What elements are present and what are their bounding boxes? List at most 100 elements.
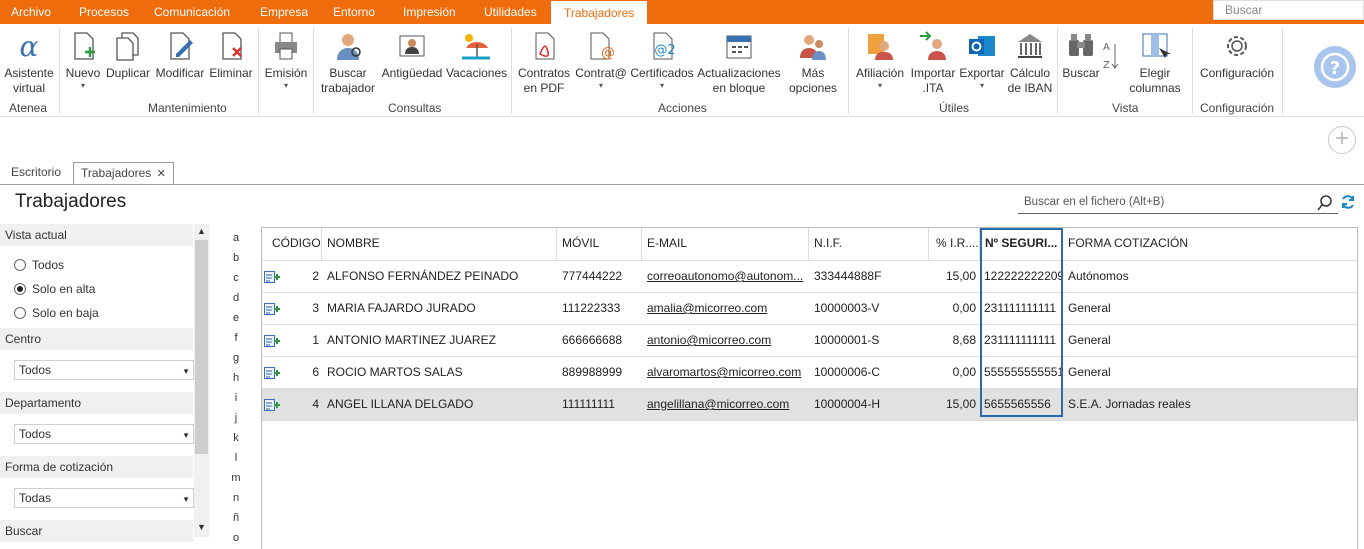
cell-movil: 777444222 <box>562 269 623 283</box>
sidebar-scrollbar[interactable]: ▲ ▼ <box>194 224 209 537</box>
add-record-icon[interactable] <box>264 398 280 412</box>
tab-trabajadores[interactable]: Trabajadores ✕ <box>73 162 174 185</box>
cell-email[interactable]: antonio@micorreo.com <box>647 325 807 356</box>
vacaciones-button[interactable]: Vacaciones <box>446 30 508 81</box>
alphabet-letter[interactable]: l <box>228 452 244 464</box>
alphabet-letter[interactable]: b <box>228 252 244 264</box>
scroll-up-icon[interactable]: ▲ <box>194 226 209 236</box>
nuevo-label: Nuevo <box>65 66 101 80</box>
menu-tab-utilidades[interactable]: Utilidades <box>484 0 537 24</box>
add-record-icon[interactable] <box>264 302 280 316</box>
menu-tab-trabajadores[interactable]: Trabajadores <box>551 1 648 24</box>
modificar-button[interactable]: Modificar <box>154 30 206 81</box>
cell-email[interactable]: alvaromartos@micorreo.com <box>647 357 807 388</box>
certificados-button[interactable]: @2 Certificados ▾ <box>630 30 694 91</box>
centro-select[interactable]: Todos ▼ <box>14 360 194 380</box>
help-button[interactable]: ? <box>1314 46 1356 88</box>
certificados-label: Certificados <box>630 66 694 80</box>
contratos-pdf-button[interactable]: Contratos en PDF <box>516 30 572 96</box>
elegir-columnas-button[interactable]: Elegir columnas <box>1124 30 1186 96</box>
col-movil[interactable]: MÓVIL <box>557 228 642 260</box>
group-divider <box>1282 28 1283 114</box>
eliminar-button[interactable]: Eliminar <box>209 30 253 81</box>
cell-movil: 111222333 <box>562 301 621 315</box>
scrollbar-thumb[interactable] <box>195 240 208 454</box>
alphabet-letter[interactable]: g <box>228 352 244 364</box>
menu-tab-empresa[interactable]: Empresa <box>260 0 308 24</box>
radio-solo-alta[interactable]: Solo en alta <box>14 282 95 296</box>
alphabet-letter[interactable]: o <box>228 532 244 544</box>
scroll-down-icon[interactable]: ▼ <box>194 522 209 532</box>
nuevo-button[interactable]: Nuevo ▾ <box>64 30 102 91</box>
importar-ita-button[interactable]: Importar .ITA <box>909 30 957 96</box>
contrata-button[interactable]: @ Contrat@ ▾ <box>574 30 628 91</box>
menu-tab-archivo[interactable]: Archivo <box>11 0 51 24</box>
alphabet-letter[interactable]: m <box>228 472 244 484</box>
departamento-select[interactable]: Todos ▼ <box>14 424 194 444</box>
alphabet-letter[interactable]: h <box>228 372 244 384</box>
users-icon <box>800 35 826 60</box>
exportar-button[interactable]: Exportar ▾ <box>959 30 1005 91</box>
file-search-input[interactable]: Buscar en el fichero (Alt+B) <box>1018 192 1338 214</box>
add-record-icon[interactable] <box>264 334 280 348</box>
vacaciones-label: Vacaciones <box>446 66 508 80</box>
cell-email[interactable]: angelillana@micorreo.com <box>647 389 807 420</box>
actualizaciones-bloque-button[interactable]: Actualizaciones en bloque <box>697 30 781 96</box>
alphabet-letter[interactable]: d <box>228 292 244 304</box>
menu-tab-entorno[interactable]: Entorno <box>333 0 375 24</box>
col-nss[interactable]: Nº SEGURI... <box>980 228 1063 260</box>
cell-email[interactable]: amalia@micorreo.com <box>647 293 807 324</box>
alphabet-letter[interactable]: f <box>228 332 244 344</box>
add-record-icon[interactable] <box>264 366 280 380</box>
table-row[interactable]: 3 MARIA FAJARDO JURADO 111222333 amalia@mic… <box>262 293 1357 325</box>
col-forma-cotizacion[interactable]: FORMA COTIZACIÓN <box>1063 228 1357 260</box>
col-nif[interactable]: N.I.F. <box>809 228 929 260</box>
add-record-icon[interactable] <box>264 270 280 284</box>
alphabet-letter[interactable]: i <box>228 392 244 404</box>
alphabet-letter[interactable]: ñ <box>228 512 244 524</box>
alphabet-letter[interactable]: k <box>228 432 244 444</box>
alphabet-letter[interactable]: c <box>228 272 244 284</box>
cell-nombre: ROCIO MARTOS SALAS <box>327 365 463 379</box>
menu-tab-procesos[interactable]: Procesos <box>79 0 129 24</box>
alphabet-letter[interactable]: a <box>228 232 244 244</box>
workers-table: CÓDIGO NOMBRE MÓVIL E-MAIL N.I.F. % I.R.… <box>261 227 1358 549</box>
col-nombre[interactable]: NOMBRE <box>322 228 557 260</box>
table-row[interactable]: 4 ANGEL ILLANA DELGADO 111111111 angelillan… <box>262 389 1357 421</box>
top-search-input[interactable]: Buscar <box>1213 0 1364 20</box>
radio-todos[interactable]: Todos <box>14 258 64 272</box>
menu-tab-impresion[interactable]: Impresión <box>403 0 456 24</box>
table-row[interactable]: 1 ANTONIO MARTINEZ JUAREZ 666666688 antonio… <box>262 325 1357 357</box>
alphabet-letter[interactable]: e <box>228 312 244 324</box>
close-icon[interactable]: ✕ <box>157 168 166 180</box>
asistente-virtual-button[interactable]: α Asistente virtual <box>3 30 55 96</box>
forma-cotizacion-select[interactable]: Todas ▼ <box>14 488 194 508</box>
tab-escritorio[interactable]: Escritorio <box>11 162 61 185</box>
buscar-trabajador-button[interactable]: Buscar trabajador <box>318 30 378 96</box>
duplicar-button[interactable]: Duplicar <box>105 30 151 81</box>
emision-button[interactable]: Emisión ▾ <box>263 30 309 91</box>
mas-opciones-button[interactable]: Más opciones <box>785 30 841 96</box>
antiguedad-label: Antigüedad <box>381 66 443 80</box>
table-row[interactable]: 2 ALFONSO FERNÁNDEZ PEINADO 777444222 corre… <box>262 261 1357 293</box>
search-icon[interactable] <box>1316 194 1334 212</box>
add-tab-button[interactable]: + <box>1328 126 1356 154</box>
menu-tab-comunicacion[interactable]: Comunicación <box>154 0 230 24</box>
col-irpf[interactable]: % I.R.... <box>929 228 980 260</box>
col-codigo[interactable]: CÓDIGO <box>267 228 322 260</box>
table-row[interactable]: 6 ROCIO MARTOS SALAS 889988999 alvaromartos… <box>262 357 1357 389</box>
refresh-icon[interactable] <box>1340 194 1356 210</box>
calculo-iban-button[interactable]: Cálculo de IBAN <box>1007 30 1053 96</box>
bank-icon <box>1018 34 1042 58</box>
buscar-button[interactable]: Buscar <box>1062 30 1100 81</box>
sort-button[interactable]: AZ <box>1101 38 1121 78</box>
alphabet-letter[interactable]: j <box>228 412 244 424</box>
radio-solo-baja[interactable]: Solo en baja <box>14 306 99 320</box>
col-email[interactable]: E-MAIL <box>642 228 809 260</box>
afiliacion-button[interactable]: Afiliación ▾ <box>853 30 907 91</box>
antiguedad-button[interactable]: Antigüedad <box>380 30 444 81</box>
alphabet-letter[interactable]: n <box>228 492 244 504</box>
configuracion-button[interactable]: Configuración <box>1197 30 1277 81</box>
afiliacion-label: Afiliación <box>855 66 905 80</box>
cell-email[interactable]: correoautonomo@autonom... <box>647 261 807 292</box>
